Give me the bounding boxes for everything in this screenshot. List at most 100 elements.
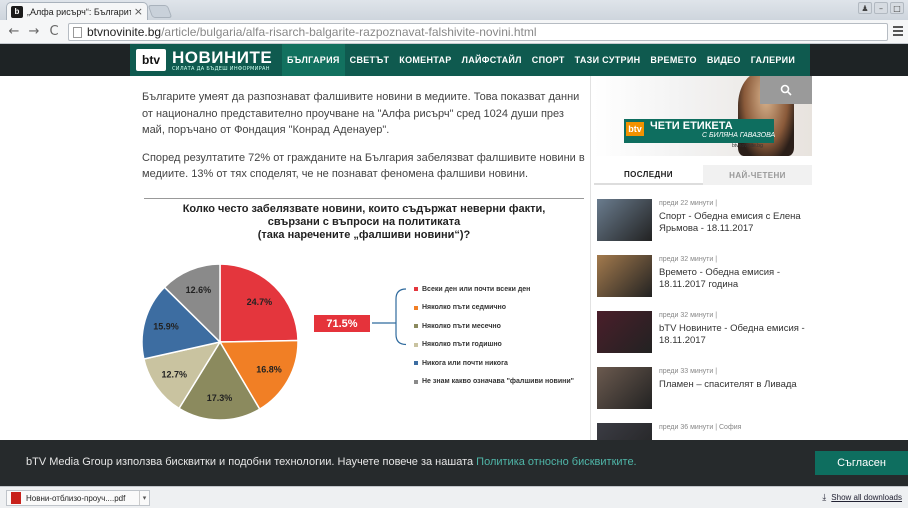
pie-slice-label: 24.7%: [247, 297, 273, 307]
nav-lifestyle[interactable]: ЛАЙФСТАЙЛ: [457, 55, 527, 65]
browser-toolbar: ← → C btvnovinite.bg /article/bulgaria/a…: [0, 20, 908, 44]
maximize-icon[interactable]: □: [890, 2, 904, 14]
news-item[interactable]: преди 36 минути | София: [597, 423, 812, 440]
sidebar-tabs: ПОСЛЕДНИ НАЙ-ЧЕТЕНИ: [594, 165, 812, 185]
news-thumbnail: [597, 423, 652, 440]
news-headline[interactable]: Спорт - Обедна емисия с Елена Ярьмова - …: [659, 211, 809, 235]
user-icon[interactable]: ♟: [858, 2, 872, 14]
nav-comment[interactable]: КОМЕНТАР: [394, 55, 456, 65]
cookie-message: bTV Media Group използва бисквитки и под…: [26, 456, 637, 468]
show-all-downloads-link[interactable]: ⤓ Show all downloads: [822, 492, 902, 503]
cookie-text: bTV Media Group използва бисквитки и под…: [26, 456, 477, 468]
legend-item: Няколко пъти месечно: [414, 317, 590, 336]
news-meta: преди 36 минути | София: [659, 424, 742, 431]
promo-title: ЧЕТИ ЕТИКЕТА: [650, 120, 733, 132]
btv-logo-icon: btv: [136, 49, 166, 71]
logo-name: НОВИНИТЕ: [172, 47, 273, 67]
news-headline[interactable]: bTV Новините - Обедна емисия - 18.11.201…: [659, 323, 809, 347]
news-thumbnail: [597, 199, 652, 241]
promo-subtitle: С БИЛЯНА ГАВАЗОВА: [702, 132, 776, 139]
tab-close-icon[interactable]: ×: [134, 5, 143, 18]
tab-most-read[interactable]: НАЙ-ЧЕТЕНИ: [703, 165, 812, 185]
browser-menu-icon[interactable]: [893, 26, 903, 38]
url-host: btvnovinite.bg: [87, 25, 162, 39]
nav-galleries[interactable]: ГАЛЕРИИ: [746, 55, 801, 65]
download-filename: Новни-отблизо-проуч....pdf: [26, 493, 126, 503]
main-nav: БЪЛГАРИЯ СВЕТЪТ КОМЕНТАР ЛАЙФСТАЙЛ СПОРТ…: [282, 44, 800, 76]
news-headline[interactable]: Времето - Обедна емисия - 18.11.2017 год…: [659, 267, 809, 291]
summary-badge: 71.5%: [314, 315, 370, 332]
accept-cookies-button[interactable]: Съгласен: [815, 451, 908, 475]
pdf-file-icon: [11, 492, 21, 504]
search-button[interactable]: [760, 76, 812, 104]
news-headline[interactable]: Пламен – спасителят в Ливада: [659, 379, 809, 391]
legend-label: Не знам какво означава "фалшиви новини": [422, 378, 574, 386]
minimize-icon[interactable]: –: [874, 2, 888, 14]
legend-swatch: [414, 342, 418, 347]
article-paragraph-1: Българите умеят да разпознават фалшивите…: [142, 91, 580, 136]
nav-bulgaria[interactable]: БЪЛГАРИЯ: [282, 44, 345, 76]
news-item[interactable]: преди 22 минути | Спорт - Обедна емисия …: [597, 199, 812, 255]
site-logo[interactable]: btv НОВИНИТЕ СИЛАТА ДА БЪДЕШ ИНФОРМИРАН: [136, 47, 272, 73]
legend-item: Няколко пъти годишно: [414, 336, 590, 355]
news-meta: преди 22 минути |: [659, 200, 718, 207]
legend-label: Всеки ден или почти всеки ден: [422, 285, 531, 293]
news-thumbnail: [597, 255, 652, 297]
legend-label: Никога или почти никога: [422, 359, 508, 367]
site-favicon-icon: b: [11, 5, 23, 18]
article-paragraph-2: Според резултатите 72% от гражданите на …: [142, 151, 585, 181]
pie-slice-label: 17.3%: [207, 393, 233, 403]
news-item[interactable]: преди 32 минути | bTV Новините - Обедна …: [597, 311, 812, 367]
promo-url: btvnovinite.bg: [732, 143, 763, 149]
chart-legend: Всеки ден или почти всеки ден Няколко път…: [414, 280, 590, 391]
download-item[interactable]: Новни-отблизо-проуч....pdf ▾: [6, 490, 150, 506]
legend-item: Няколко пъти седмично: [414, 299, 590, 318]
legend-swatch: [414, 379, 418, 384]
article-body: Българите умеят да разпознават фалшивите…: [142, 76, 587, 194]
survey-chart: Колко често забелязвате новини, които съ…: [140, 198, 588, 440]
nav-video[interactable]: ВИДЕО: [702, 55, 746, 65]
address-bar[interactable]: btvnovinite.bg /article/bulgaria/alfa-ri…: [68, 23, 888, 41]
legend-swatch: [414, 287, 418, 292]
news-item[interactable]: преди 32 минути | Времето - Обедна емиси…: [597, 255, 812, 311]
page-content: Българите умеят да разпознават фалшивите…: [0, 76, 908, 440]
pie-slice-label: 16.8%: [256, 364, 282, 374]
window-controls: ♟ – □: [858, 2, 904, 14]
cookie-banner: bTV Media Group използва бисквитки и под…: [0, 440, 908, 486]
forward-arrow-icon[interactable]: →: [26, 24, 42, 40]
news-meta: преди 32 минути |: [659, 256, 718, 263]
new-tab-button[interactable]: [147, 5, 173, 18]
legend-label: Няколко пъти месечно: [422, 322, 501, 330]
browser-tab[interactable]: b „Алфа рисърч“: Българите ×: [6, 2, 148, 20]
nav-world[interactable]: СВЕТЪТ: [345, 55, 395, 65]
legend-label: Няколко пъти годишно: [422, 341, 502, 349]
legend-swatch: [414, 324, 418, 329]
download-menu-chevron-icon[interactable]: ▾: [139, 491, 149, 505]
page-icon: [73, 26, 82, 38]
tab-title: „Алфа рисърч“: Българите: [27, 6, 131, 17]
logo-tagline: СИЛАТА ДА БЪДЕШ ИНФОРМИРАН: [172, 65, 270, 72]
back-arrow-icon[interactable]: ←: [6, 24, 22, 40]
pie-slice-label: 12.6%: [186, 285, 212, 295]
legend-item: Никога или почти никога: [414, 354, 590, 373]
nav-sport[interactable]: СПОРТ: [527, 55, 570, 65]
nav-weather[interactable]: ВРЕМЕТО: [645, 55, 701, 65]
cookie-policy-link[interactable]: Политика относно бисквитките.: [476, 456, 636, 468]
legend-item: Всеки ден или почти всеки ден: [414, 280, 590, 299]
reload-icon[interactable]: C: [46, 24, 62, 40]
news-item[interactable]: преди 33 минути | Пламен – спасителят в …: [597, 367, 812, 423]
nav-this-morning[interactable]: ТАЗИ СУТРИН: [570, 55, 646, 65]
show-all-downloads-label: Show all downloads: [831, 493, 902, 502]
news-thumbnail: [597, 311, 652, 353]
download-shelf: Новни-отблизо-проуч....pdf ▾ ⤓ Show all …: [0, 486, 908, 508]
legend-label: Няколко пъти седмично: [422, 304, 507, 312]
legend-item: Не знам какво означава "фалшиви новини": [414, 373, 590, 392]
legend-swatch: [414, 305, 418, 310]
news-list: преди 22 минути | Спорт - Обедна емисия …: [597, 199, 812, 440]
tab-latest[interactable]: ПОСЛЕДНИ: [594, 165, 703, 185]
browser-tabstrip: b „Алфа рисърч“: Българите × ♟ – □: [0, 0, 908, 20]
pie-slice-label: 15.9%: [153, 322, 179, 332]
news-meta: преди 33 минути |: [659, 368, 718, 375]
left-gutter: [0, 76, 130, 440]
pie-slice-label: 12.7%: [161, 370, 187, 380]
